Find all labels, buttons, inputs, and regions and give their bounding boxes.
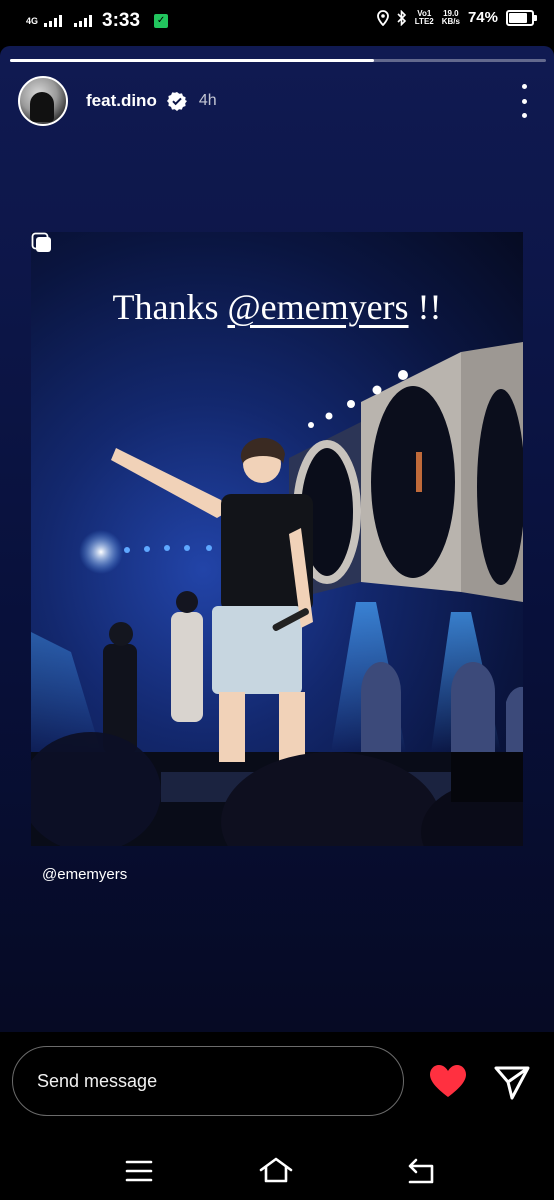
story-progress-bar bbox=[10, 59, 546, 62]
notification-app-icon: ✓ bbox=[154, 14, 169, 28]
paper-plane-icon[interactable] bbox=[492, 1062, 532, 1102]
network-type: 4G bbox=[26, 15, 39, 26]
signal-icon bbox=[44, 15, 63, 27]
battery-percent: 74% bbox=[467, 9, 498, 26]
caption-mention[interactable]: @ememyers bbox=[227, 287, 408, 327]
story-photo: Thanks @ememyers !! bbox=[31, 232, 523, 846]
clock: 3:33 bbox=[102, 10, 141, 31]
recent-apps-icon[interactable] bbox=[122, 1154, 156, 1188]
story-progress-fill bbox=[10, 59, 375, 62]
story-username[interactable]: feat.dino bbox=[86, 91, 157, 111]
reply-bar bbox=[0, 1032, 554, 1142]
story-header: feat.dino 4h bbox=[18, 76, 534, 126]
send-message-input[interactable] bbox=[12, 1046, 404, 1116]
back-icon[interactable] bbox=[404, 1154, 438, 1188]
speed-unit: KB/s bbox=[441, 16, 460, 26]
credit-mention[interactable]: @ememyers bbox=[42, 866, 127, 883]
network-speed: 19.0 KB/s bbox=[441, 9, 460, 26]
battery-fill bbox=[509, 12, 527, 23]
status-bar: 4G 3:33 ✓ Vo1 LTE2 19.0 KB/s 74% bbox=[0, 0, 554, 44]
volte-line2: LTE2 bbox=[414, 16, 434, 26]
bluetooth-icon bbox=[397, 9, 406, 26]
heart-icon[interactable] bbox=[428, 1062, 468, 1102]
photo-caption: Thanks @ememyers !! bbox=[31, 286, 523, 328]
caption-prefix: Thanks bbox=[112, 287, 228, 327]
three-dots-vertical-icon[interactable] bbox=[514, 84, 534, 118]
location-icon bbox=[376, 9, 389, 26]
story-viewer[interactable]: feat.dino 4h Thanks @ememyers !! @ememye… bbox=[0, 46, 554, 1032]
battery-icon bbox=[506, 9, 537, 26]
verified-badge-icon bbox=[166, 92, 187, 111]
caption-suffix: !! bbox=[408, 287, 442, 327]
home-icon[interactable] bbox=[259, 1154, 293, 1188]
multiple-posts-icon bbox=[31, 232, 51, 252]
system-nav-bar bbox=[0, 1142, 554, 1200]
signal-icon-2 bbox=[74, 15, 93, 27]
volte-indicator: Vo1 LTE2 bbox=[414, 9, 434, 26]
story-time: 4h bbox=[198, 92, 217, 109]
avatar[interactable] bbox=[18, 76, 68, 126]
